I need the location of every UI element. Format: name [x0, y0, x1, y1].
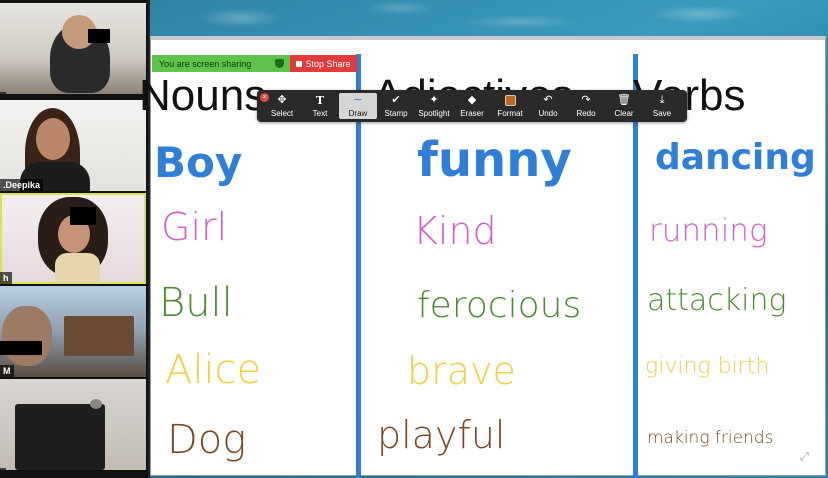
participant-tile[interactable] [0, 3, 146, 94]
screen-share-banner: You are screen sharing Stop Share [152, 55, 357, 72]
move-icon: ✥ [277, 94, 287, 106]
tool-label: Undo [538, 108, 558, 118]
participant-tile[interactable]: M [0, 286, 146, 377]
tool-label: Draw [348, 108, 368, 118]
participant-body [55, 253, 100, 283]
noun-word: Alice [165, 347, 262, 393]
undo-icon: ↶ [543, 94, 553, 106]
format-color-swatch [504, 95, 516, 106]
tool-redo[interactable]: ↷ Redo [567, 90, 605, 122]
tool-eraser[interactable]: ◆ Eraser [453, 90, 491, 122]
tool-label: Save [652, 108, 672, 118]
save-icon: ⤓ [659, 94, 665, 106]
participant-video-bookshelf [64, 316, 134, 356]
participant-face [36, 118, 70, 160]
tool-select[interactable]: ✥ Select [263, 90, 301, 122]
redo-icon: ↷ [581, 94, 591, 106]
redaction-bar [88, 29, 110, 43]
participant-name: h [0, 272, 12, 284]
participant-name [0, 468, 6, 470]
noun-word: Girl [161, 205, 228, 249]
resize-icon[interactable]: ⤢ [800, 451, 812, 463]
stop-share-button[interactable]: Stop Share [290, 55, 357, 72]
verb-word: making friends [647, 428, 774, 448]
tool-stamp[interactable]: ✔ Stamp [377, 90, 415, 122]
eraser-icon: ◆ [467, 94, 477, 106]
annotation-toolbar: × ✥ Select T Text ∼ Draw ✔ Stamp ✦ Spotl… [257, 90, 687, 122]
participant-video-detail [90, 399, 102, 409]
noun-word: Bull [159, 280, 233, 326]
adjective-word: funny [417, 132, 572, 188]
tool-format[interactable]: Format [491, 90, 529, 122]
tool-label: Eraser [460, 108, 484, 118]
tool-spotlight[interactable]: ✦ Spotlight [415, 90, 453, 122]
adjective-word: ferocious [417, 285, 582, 326]
noun-word: Dog [167, 417, 247, 463]
verb-word: running [649, 213, 768, 249]
participant-face [2, 306, 52, 366]
adjective-word: Kind [413, 209, 497, 253]
stop-icon [296, 60, 303, 67]
adjective-word: playful [377, 413, 506, 457]
checkmark-icon: ✔ [391, 94, 401, 106]
tool-label: Format [497, 108, 523, 118]
tool-label: Select [270, 108, 294, 118]
close-icon[interactable]: × [260, 93, 269, 102]
tool-draw[interactable]: ∼ Draw [339, 93, 377, 119]
tool-label: Redo [576, 108, 596, 118]
verb-word: dancing [655, 137, 816, 178]
adjective-word: brave [407, 349, 516, 393]
participant-tile-active-speaker[interactable]: h [0, 193, 146, 284]
tool-label: Text [312, 108, 328, 118]
tool-label: Spotlight [418, 108, 450, 118]
heading-nouns: Nouns [139, 71, 267, 120]
participant-name: .Deepika [0, 179, 44, 191]
redaction-bar [70, 207, 96, 225]
redaction-bar [0, 341, 42, 355]
verb-word: giving birth [645, 354, 770, 379]
color-swatch-icon [503, 95, 517, 107]
stop-share-label: Stop Share [305, 58, 351, 69]
noun-word: Boy [154, 138, 243, 187]
tool-label: Stamp [384, 108, 408, 118]
participant-video [15, 404, 105, 470]
tool-text[interactable]: T Text [301, 90, 339, 122]
spotlight-wand-icon: ✦ [429, 94, 439, 106]
draw-icon: ∼ [353, 94, 363, 106]
tool-label: Clear [614, 108, 634, 118]
participant-strip: .Deepika h M [0, 0, 150, 478]
verb-word: attacking [647, 283, 787, 318]
share-status: You are screen sharing [152, 55, 290, 72]
participant-tile[interactable]: .Deepika [0, 100, 146, 191]
tool-clear[interactable]: 🗑 Clear [605, 90, 643, 122]
text-icon: T [315, 94, 325, 107]
tool-save[interactable]: ⤓ Save [643, 90, 681, 122]
share-status-text: You are screen sharing [159, 58, 252, 69]
trash-icon: 🗑 [617, 94, 631, 106]
participant-tile[interactable] [0, 379, 146, 470]
participant-name: M [0, 365, 14, 377]
shield-icon [275, 59, 284, 68]
tool-undo[interactable]: ↶ Undo [529, 90, 567, 122]
participant-name [0, 92, 6, 94]
